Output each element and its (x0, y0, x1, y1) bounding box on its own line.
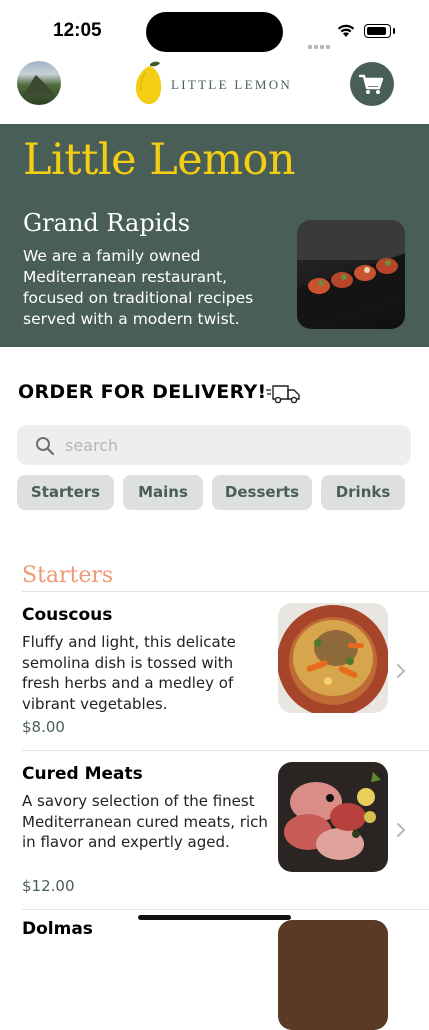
menu-item-image-dolmas[interactable] (278, 920, 388, 1030)
cellular-signal-icon (308, 34, 332, 53)
status-bar: 12:05 (0, 0, 429, 56)
menu-item-name[interactable]: Couscous (22, 605, 112, 625)
chevron-right-icon[interactable] (396, 822, 406, 838)
menu-item-description: Fluffy and light, this delicate semolina… (22, 633, 236, 713)
hero-title: Little Lemon (23, 135, 296, 185)
dynamic-island (146, 12, 283, 52)
menu-item-name[interactable]: Dolmas (22, 919, 93, 939)
cart-icon (358, 74, 384, 94)
cart-button[interactable] (350, 62, 394, 106)
menu-item-image-cured-meats[interactable] (278, 762, 388, 872)
category-drinks[interactable]: Drinks (321, 475, 405, 510)
search-input[interactable] (65, 433, 365, 457)
hero-image (297, 220, 405, 329)
wifi-icon (337, 24, 355, 37)
divider (22, 909, 429, 910)
profile-avatar[interactable] (17, 61, 61, 105)
lemon-icon (135, 61, 162, 105)
order-heading: ORDER FOR DELIVERY! (18, 381, 267, 403)
menu-section-title: Starters (22, 563, 114, 588)
battery-icon (364, 24, 395, 38)
divider (22, 750, 429, 751)
divider (22, 591, 429, 592)
menu-item-image-couscous[interactable] (278, 603, 388, 713)
category-starters[interactable]: Starters (17, 475, 114, 510)
delivery-truck-icon (266, 385, 300, 404)
menu-item-description: A savory selection of the finest Mediter… (22, 792, 268, 851)
menu-item-price: $8.00 (22, 718, 65, 736)
search-icon (36, 437, 55, 456)
status-time: 12:05 (53, 20, 102, 41)
search-bar[interactable] (17, 425, 411, 465)
chevron-right-icon[interactable] (396, 663, 406, 679)
menu-item-price: $12.00 (22, 877, 75, 895)
category-mains[interactable]: Mains (123, 475, 203, 510)
hero-description: We are a family owned Mediterranean rest… (23, 247, 254, 328)
logo-text: LITTLE LEMON (171, 77, 293, 92)
category-desserts[interactable]: Desserts (212, 475, 312, 510)
hero-city: Grand Rapids (23, 209, 191, 237)
menu-item-name[interactable]: Cured Meats (22, 764, 143, 784)
home-indicator (138, 915, 291, 920)
